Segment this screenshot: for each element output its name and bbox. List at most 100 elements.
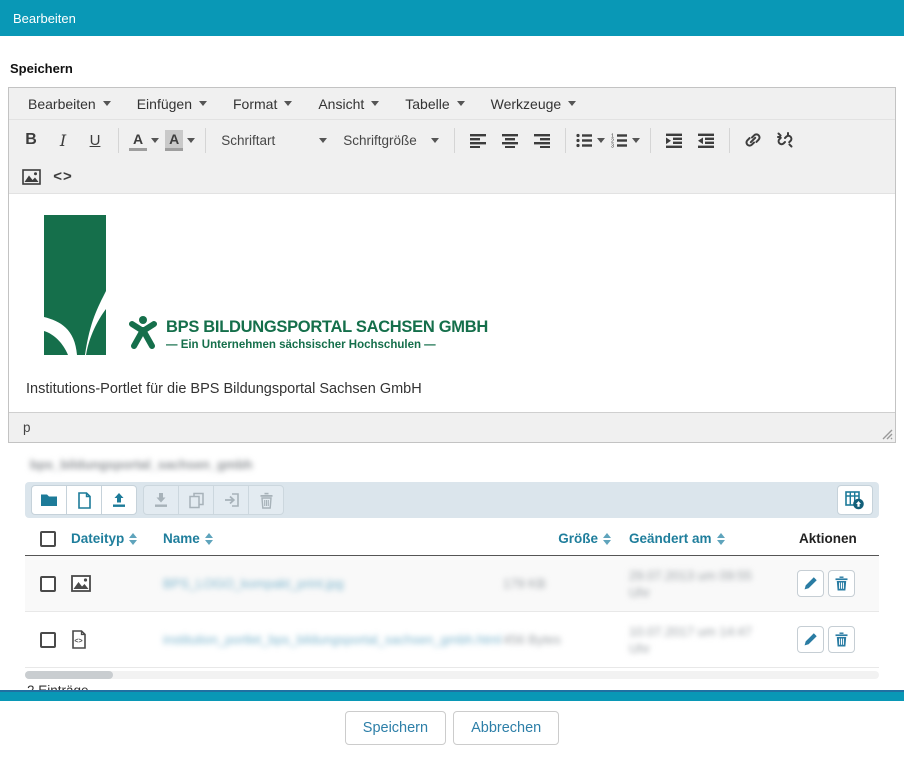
underline-button[interactable]: U (79, 125, 111, 155)
select-all-checkbox[interactable] (40, 531, 56, 547)
save-button[interactable]: Speichern (345, 711, 446, 745)
delete-file-button[interactable] (828, 570, 855, 597)
source-code-button[interactable]: <> (47, 162, 79, 192)
delete-selected-button (248, 485, 284, 515)
copy-button (178, 485, 214, 515)
text-color-icon: A (129, 130, 147, 151)
chevron-down-icon (284, 101, 292, 106)
align-left-button[interactable] (462, 125, 494, 155)
menu-einfuegen[interactable]: Einfügen (124, 92, 220, 116)
move-button (213, 485, 249, 515)
window-title: Bearbeiten (13, 11, 76, 26)
upload-button[interactable] (101, 485, 137, 515)
horizontal-scrollbar[interactable] (25, 671, 879, 679)
background-color-button[interactable]: A (162, 125, 198, 155)
chevron-down-icon (632, 138, 640, 143)
column-header-dateityp[interactable]: Dateityp (71, 531, 163, 546)
column-label: Geändert am (629, 531, 712, 546)
insert-image-button[interactable] (15, 162, 47, 192)
numbered-list-button[interactable]: 123 (608, 125, 643, 155)
row-checkbox[interactable] (40, 576, 56, 592)
numbered-list-icon: 123 (611, 133, 628, 148)
menu-ansicht[interactable]: Ansicht (305, 92, 392, 116)
trash-icon (835, 632, 848, 647)
edit-file-button[interactable] (797, 626, 824, 653)
edit-file-button[interactable] (797, 570, 824, 597)
indent-icon (666, 133, 683, 148)
bullet-list-button[interactable] (573, 125, 608, 155)
move-into-icon (223, 492, 240, 508)
menu-tabelle[interactable]: Tabelle (392, 92, 477, 116)
text-color-button[interactable]: A (126, 125, 162, 155)
editor-toolbar-row2: <> (9, 160, 895, 194)
folder-name-blurred: bps_bildungsportal_sachsen_gmbh (30, 457, 896, 472)
file-toolbar-group-create (31, 485, 137, 515)
window-titlebar: Bearbeiten (0, 0, 904, 36)
bold-button[interactable]: B (15, 125, 47, 155)
chevron-down-icon (151, 138, 159, 143)
indent-button[interactable] (658, 125, 690, 155)
align-center-icon (502, 133, 519, 148)
editor-statusbar: p (9, 412, 895, 442)
column-header-name[interactable]: Name (163, 531, 503, 546)
new-file-button[interactable] (66, 485, 102, 515)
file-icon (77, 492, 92, 509)
chevron-down-icon (319, 138, 327, 143)
font-size-select[interactable]: Schriftgröße (335, 125, 447, 155)
align-left-icon (470, 133, 487, 148)
trash-icon (259, 492, 274, 509)
bps-figure-icon (128, 315, 158, 351)
table-upload-icon (845, 491, 865, 510)
row-checkbox[interactable] (40, 632, 56, 648)
delete-file-button[interactable] (828, 626, 855, 653)
table-row: BPS_LOGO_kompakt_print.jpg 179 KB 29.07.… (25, 556, 879, 612)
scrollbar-thumb[interactable] (25, 671, 113, 679)
menu-format[interactable]: Format (220, 92, 305, 116)
remove-link-button[interactable] (769, 125, 801, 155)
menu-label: Werkzeuge (491, 96, 562, 112)
form-heading: Speichern (8, 61, 896, 76)
column-header-geaendert[interactable]: Geändert am (611, 531, 787, 546)
insert-link-button[interactable] (737, 125, 769, 155)
bps-logo-title: BPS BILDUNGSPORTAL SACHSEN GMBH (166, 318, 488, 337)
outdent-button[interactable] (690, 125, 722, 155)
modified-line1: 29.07.2013 um 09:55 (629, 567, 787, 584)
image-icon (22, 169, 41, 185)
file-size: 179 KB (503, 576, 611, 591)
cancel-button[interactable]: Abbrechen (453, 711, 559, 745)
resize-grip-icon[interactable] (880, 427, 893, 440)
menu-label: Einfügen (137, 96, 192, 112)
bullet-list-icon (576, 133, 593, 148)
download-icon (153, 492, 169, 508)
chevron-down-icon (187, 138, 195, 143)
font-family-select[interactable]: Schriftart (213, 125, 335, 155)
modified-line1: 10.07.2017 um 14:47 (629, 623, 787, 640)
align-center-button[interactable] (494, 125, 526, 155)
element-path[interactable]: p (23, 420, 31, 435)
file-name-link[interactable]: institution_portlet_bps_bildungsportal_s… (163, 632, 501, 647)
toolbar-separator (565, 128, 566, 153)
new-folder-button[interactable] (31, 485, 67, 515)
file-size: 456 Bytes (503, 632, 611, 647)
menu-werkzeuge[interactable]: Werkzeuge (478, 92, 590, 116)
svg-text:<>: <> (74, 638, 82, 645)
column-header-groesse[interactable]: Größe (503, 531, 611, 546)
svg-text:3: 3 (611, 143, 614, 147)
toolbar-separator (454, 128, 455, 153)
pencil-icon (803, 576, 818, 591)
column-label: Aktionen (799, 531, 857, 546)
menu-bearbeiten[interactable]: Bearbeiten (15, 92, 124, 116)
editor-content-area[interactable]: BPS BILDUNGSPORTAL SACHSEN GMBH — Ein Un… (9, 194, 895, 412)
toolbar-separator (118, 128, 119, 153)
table-columns-button[interactable] (837, 485, 873, 515)
chevron-down-icon (568, 101, 576, 106)
table-row: <> institution_portlet_bps_bildungsporta… (25, 612, 879, 668)
modified-line2: Uhr (629, 640, 787, 657)
italic-icon: I (60, 131, 66, 150)
italic-button[interactable]: I (47, 125, 79, 155)
file-name-link[interactable]: BPS_LOGO_kompakt_print.jpg (163, 576, 344, 591)
sort-icon (717, 533, 725, 545)
bps-logo-subtitle: — Ein Unternehmen sächsischer Hochschule… (166, 339, 488, 351)
align-right-button[interactable] (526, 125, 558, 155)
file-toolbar-group-selection (143, 485, 284, 515)
